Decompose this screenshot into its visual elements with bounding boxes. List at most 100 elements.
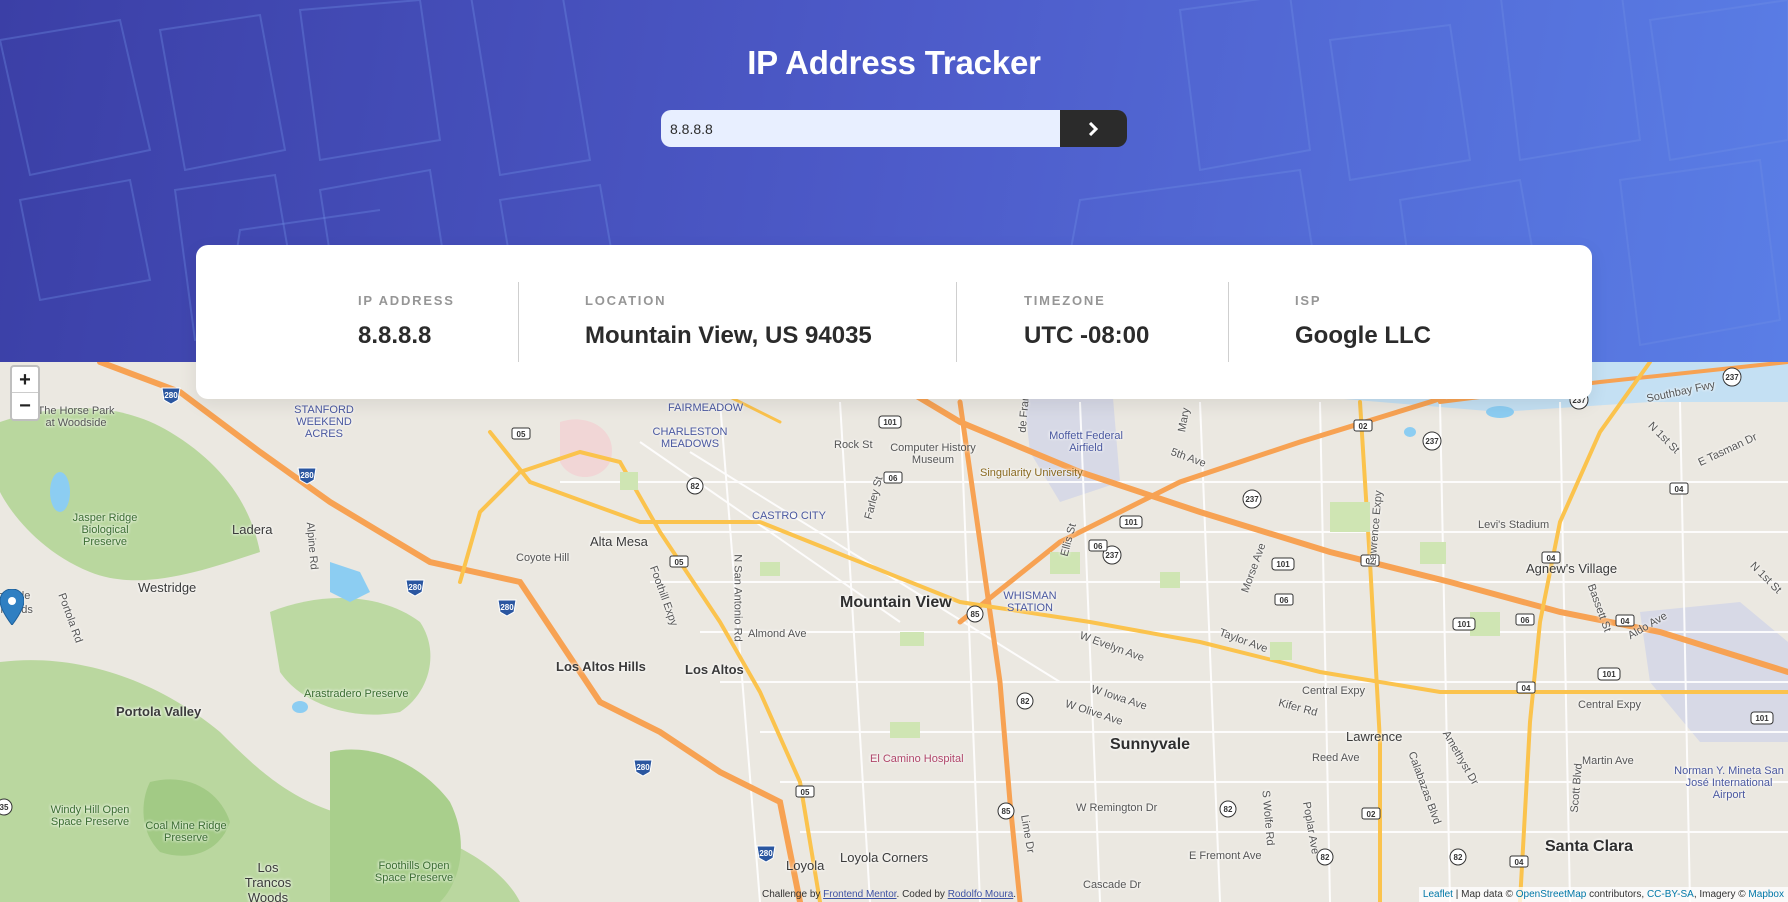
svg-text:280: 280 bbox=[408, 583, 422, 592]
map-label-w-remington-dr: W Remington Dr bbox=[1076, 802, 1158, 814]
credit-suffix: . bbox=[1013, 889, 1017, 900]
map-label-ladera: Ladera bbox=[232, 522, 273, 537]
timezone-value: UTC -08:00 bbox=[1024, 322, 1150, 349]
map-label-central-expy: Central Expy bbox=[1578, 699, 1641, 711]
timezone-section: TIMEZONE UTC -08:00 bbox=[1024, 293, 1149, 350]
svg-text:101: 101 bbox=[1276, 560, 1290, 569]
svg-text:04: 04 bbox=[1675, 485, 1684, 494]
map-label-los-altos-hills: Los Altos Hills bbox=[556, 659, 646, 674]
map-label-central-expy: Central Expy bbox=[1302, 685, 1365, 697]
svg-text:280: 280 bbox=[164, 391, 178, 400]
shield-280: 280 bbox=[405, 579, 425, 597]
svg-text:237: 237 bbox=[1725, 373, 1739, 382]
attribution-text: , Imagery © bbox=[1693, 889, 1749, 900]
ip-address-section: IP ADDRESS 8.8.8.8 bbox=[358, 293, 455, 350]
map-label-agnews-village: Agnew's Village bbox=[1526, 561, 1618, 576]
map-label-stanford-weekend-acres: STANFORD WEEKEND ACRES bbox=[294, 404, 354, 440]
map-attribution: Leaflet | Map data © OpenStreetMap contr… bbox=[1418, 887, 1788, 902]
svg-text:04: 04 bbox=[1515, 858, 1524, 867]
svg-text:101: 101 bbox=[1602, 670, 1616, 679]
ip-address-label: IP ADDRESS bbox=[358, 293, 455, 308]
map-label-n-san-antonio-rd: N San Antonio Rd bbox=[731, 554, 744, 642]
map-label-loyola-corners: Loyola Corners bbox=[840, 850, 929, 865]
timezone-label: TIMEZONE bbox=[1024, 293, 1106, 308]
svg-text:06: 06 bbox=[1094, 542, 1103, 551]
frontend-mentor-link[interactable]: Frontend Mentor bbox=[823, 889, 896, 900]
map-label-san-jose-airport: Norman Y. Mineta San José International … bbox=[1674, 765, 1784, 801]
map-label-e-fremont-ave: E Fremont Ave bbox=[1189, 850, 1262, 862]
map-label-foothills: Foothills Open Space Preserve bbox=[374, 860, 454, 884]
svg-text:05: 05 bbox=[675, 558, 684, 567]
svg-text:35: 35 bbox=[0, 803, 9, 812]
svg-text:02: 02 bbox=[1359, 422, 1368, 431]
svg-text:82: 82 bbox=[1321, 853, 1330, 862]
mapbox-link[interactable]: Mapbox bbox=[1748, 889, 1784, 900]
svg-text:101: 101 bbox=[1124, 518, 1138, 527]
license-link[interactable]: CC-BY-SA bbox=[1647, 889, 1694, 900]
svg-text:82: 82 bbox=[691, 482, 700, 491]
map-label-castro-city: CASTRO CITY bbox=[752, 510, 826, 522]
map-label-moffett: Moffett Federal Airfield bbox=[1049, 430, 1123, 454]
ip-search-input[interactable] bbox=[661, 110, 1060, 147]
attribution-text: contributors, bbox=[1586, 889, 1647, 900]
svg-text:85: 85 bbox=[971, 610, 980, 619]
map-label-whisman-station: WHISMAN STATION bbox=[1003, 590, 1057, 614]
zoom-out-button[interactable]: − bbox=[12, 393, 38, 419]
svg-text:280: 280 bbox=[500, 603, 514, 612]
map-label-levis-stadium: Levi's Stadium bbox=[1478, 519, 1550, 531]
location-value: Mountain View, US 94035 bbox=[585, 322, 872, 349]
map-label-alta-mesa: Alta Mesa bbox=[590, 534, 648, 549]
map-label-horse-park: The Horse Park at Woodside bbox=[37, 405, 115, 429]
map-label-mountain-view: Mountain View bbox=[840, 594, 952, 611]
svg-text:280: 280 bbox=[300, 471, 314, 480]
location-marker-icon[interactable] bbox=[0, 589, 24, 625]
svg-text:02: 02 bbox=[1367, 810, 1376, 819]
osm-link[interactable]: OpenStreetMap bbox=[1516, 889, 1587, 900]
search-submit-button[interactable] bbox=[1060, 110, 1127, 147]
leaflet-link[interactable]: Leaflet bbox=[1423, 889, 1453, 900]
svg-text:280: 280 bbox=[759, 849, 773, 858]
svg-text:280: 280 bbox=[636, 763, 650, 772]
svg-text:101: 101 bbox=[1457, 620, 1471, 629]
map-label-los-trancos-woods: Los Trancos Woods bbox=[244, 860, 292, 902]
svg-text:237: 237 bbox=[1245, 495, 1259, 504]
svg-text:04: 04 bbox=[1621, 617, 1630, 626]
map-label-sunnyvale: Sunnyvale bbox=[1110, 736, 1191, 753]
map-label-coyote-hill: Coyote Hill bbox=[516, 552, 570, 564]
svg-text:05: 05 bbox=[517, 430, 526, 439]
isp-label: ISP bbox=[1295, 293, 1322, 308]
svg-text:82: 82 bbox=[1021, 697, 1030, 706]
credit-prefix: Challenge by bbox=[762, 889, 824, 900]
map-label-rock-st: Rock St bbox=[834, 439, 873, 451]
svg-text:06: 06 bbox=[1280, 596, 1289, 605]
info-divider bbox=[956, 282, 957, 362]
ip-info-card: IP ADDRESS 8.8.8.8 LOCATION Mountain Vie… bbox=[196, 245, 1592, 399]
map-container[interactable]: 280 280 280 280 280 280 101 101 101 101 … bbox=[0, 362, 1788, 902]
page-title: IP Address Tracker bbox=[747, 44, 1041, 81]
map-label-computer-museum: Computer History Museum bbox=[890, 442, 976, 466]
isp-value: Google LLC bbox=[1295, 322, 1431, 349]
svg-text:05: 05 bbox=[801, 788, 810, 797]
zoom-control: + − bbox=[10, 365, 40, 421]
map-label-fairmeadow: FAIRMEADOW bbox=[668, 402, 744, 414]
map-label-singularity: Singularity University bbox=[980, 467, 1083, 479]
ip-search-form bbox=[661, 110, 1127, 147]
map-label-loyola: Loyola bbox=[786, 858, 825, 873]
svg-text:237: 237 bbox=[1105, 551, 1119, 560]
author-link[interactable]: Rodolfo Moura bbox=[948, 889, 1014, 900]
svg-text:82: 82 bbox=[1224, 805, 1233, 814]
map-label-windy-hill: Windy Hill Open Space Preserve bbox=[50, 804, 130, 828]
zoom-in-button[interactable]: + bbox=[12, 367, 38, 393]
shield-280: 280 bbox=[161, 387, 181, 405]
ip-address-value: 8.8.8.8 bbox=[358, 322, 432, 349]
map-label-westridge: Westridge bbox=[138, 580, 197, 595]
map-label-arastradero: Arastradero Preserve bbox=[304, 688, 409, 700]
shield-280: 280 bbox=[756, 845, 776, 863]
location-section: LOCATION Mountain View, US 94035 bbox=[585, 293, 872, 350]
map-label-jasper-ridge: Jasper Ridge Biological Preserve bbox=[72, 512, 138, 548]
attribution-text: | Map data © bbox=[1452, 889, 1516, 900]
map-label-lawrence: Lawrence bbox=[1346, 729, 1403, 744]
svg-text:06: 06 bbox=[889, 474, 898, 483]
map-label-el-camino-hospital: El Camino Hospital bbox=[870, 753, 964, 765]
svg-text:101: 101 bbox=[883, 418, 897, 427]
